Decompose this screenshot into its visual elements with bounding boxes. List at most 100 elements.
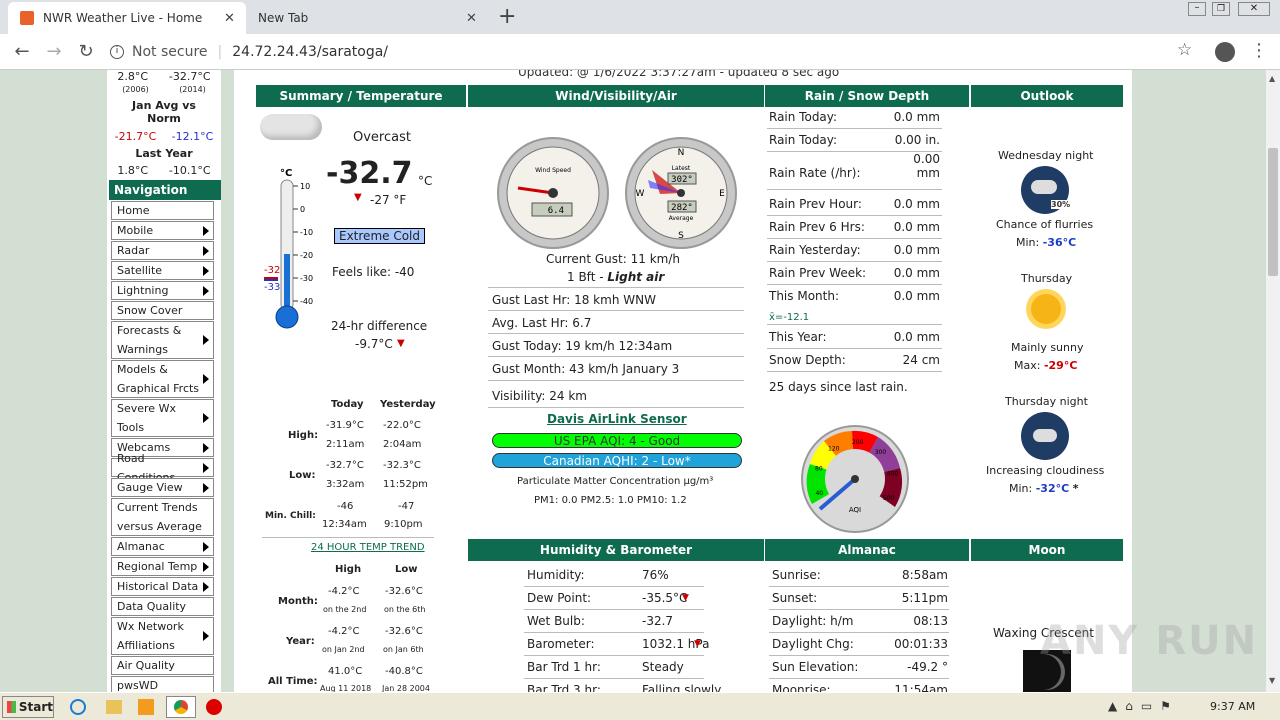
header-outlook: Outlook: [971, 85, 1123, 107]
wind-row-2: Gust Today: 19 km/h 12:34am: [492, 339, 673, 353]
info-icon[interactable]: i: [110, 45, 124, 59]
outlook-temp-1: -29°C: [1043, 359, 1078, 372]
almanac-label: Sun Elevation:: [772, 660, 859, 674]
outlook-period-2: Thursday night: [1005, 395, 1088, 408]
rain-label: Rain Rate (/hr):: [769, 166, 861, 180]
almanac-value: 8:58am: [902, 568, 948, 582]
back-icon[interactable]: ←: [10, 40, 34, 64]
wind-dir-latest: 302°: [671, 175, 693, 185]
rain-value: 0.0 mm: [893, 243, 940, 257]
rain-value: 0.0 mm: [893, 266, 940, 280]
humidity-value: -32.7: [642, 614, 674, 628]
nav-item-label: pwsWD: [117, 679, 159, 692]
restore-button[interactable]: ❐: [1212, 2, 1230, 16]
pm-title: Particulate Matter Concentration µg/m³: [517, 476, 714, 487]
close-window-button[interactable]: ✕: [1238, 2, 1270, 16]
address-bar[interactable]: i Not secure | 24.72.24.43/saratoga/: [110, 41, 1206, 63]
outlook-temp-2: -32°C: [1035, 482, 1070, 495]
submenu-arrow-icon: [203, 442, 209, 453]
nav-item-almanac[interactable]: Almanac: [111, 537, 214, 556]
more-menu-icon[interactable]: ⋮: [1250, 40, 1268, 61]
rain-label: Rain Today:: [769, 110, 838, 124]
header-rain: Rain / Snow Depth: [765, 85, 969, 107]
nav-item-road-conditions[interactable]: Road Conditions: [111, 452, 214, 484]
rain-label: Rain Prev Hour:: [769, 197, 862, 211]
temp-trend-link[interactable]: 24 HOUR TEMP TREND: [311, 542, 425, 553]
nav-item-satellite[interactable]: Satellite: [111, 261, 214, 280]
nav-item-label: Lightning: [117, 284, 169, 297]
profile-icon[interactable]: [1215, 42, 1235, 62]
submenu-arrow-icon: [203, 374, 209, 384]
last-year-low: -10.1°C: [168, 164, 211, 177]
temperature-unit: °C: [418, 174, 433, 188]
label-high: High:: [288, 430, 319, 441]
tab-new-tab[interactable]: New Tab ✕: [246, 2, 486, 34]
almanac-label: Daylight: h/m: [772, 614, 854, 628]
explorer-icon[interactable]: [106, 700, 122, 714]
scrollbar-thumb[interactable]: [1268, 148, 1278, 276]
new-tab-button[interactable]: +: [498, 4, 516, 29]
wind-row-0: Gust Last Hr: 18 kmh WNW: [492, 293, 656, 307]
aqi-gauge-label: AQI: [849, 506, 861, 514]
low-today: -32.7°C: [326, 460, 364, 471]
airlink-sensor-link[interactable]: Davis AirLink Sensor: [547, 412, 687, 426]
nav-item-home[interactable]: Home: [111, 201, 214, 220]
start-button[interactable]: Start: [2, 696, 54, 718]
page-scrollbar[interactable]: ▲ ▼: [1266, 70, 1280, 692]
rain-label: Rain Prev 6 Hrs:: [769, 220, 865, 234]
almanac-label: Sunset:: [772, 591, 818, 605]
aqi-tick: 400: [887, 470, 899, 477]
down-arrow-icon: ▼: [354, 192, 362, 203]
nav-item-historical-data[interactable]: Historical Data: [111, 577, 214, 596]
nav-item-lightning[interactable]: Lightning: [111, 281, 214, 300]
wind-dir-subtitle: Average: [669, 215, 694, 222]
svg-text:W: W: [636, 189, 645, 199]
header-almanac: Almanac: [765, 539, 969, 561]
tab-nwr-weather[interactable]: NWR Weather Live - Home ✕: [8, 2, 246, 34]
jan-norm-value: -12.1°C: [171, 130, 214, 143]
submenu-arrow-icon: [203, 225, 209, 236]
high-yesterday: -22.0°C: [383, 420, 421, 431]
minimize-button[interactable]: –: [1188, 2, 1206, 16]
pm-values: PM1: 0.0 PM2.5: 1.0 PM10: 1.2: [534, 495, 687, 506]
tab-close-icon[interactable]: ✕: [224, 11, 235, 26]
ie-icon[interactable]: [70, 699, 86, 715]
nav-item-label: Mobile: [117, 224, 154, 237]
nav-item-mobile[interactable]: Mobile: [111, 221, 214, 240]
reload-icon[interactable]: ↻: [74, 40, 98, 64]
navigation-header: Navigation: [109, 180, 221, 200]
nav-item-regional-temp[interactable]: Regional Temp: [111, 557, 214, 576]
web-page: 2.8°C -32.7°C (2006) (2014) Jan Avg vs N…: [0, 70, 1266, 692]
nav-item-data-quality[interactable]: Data Quality: [111, 597, 214, 616]
wind-direction-gauge: N S E W Latest 302° 282° Average: [625, 137, 737, 249]
media-player-icon[interactable]: [138, 699, 154, 715]
nav-item-wx-network-affiliations[interactable]: Wx Network Affiliations: [111, 617, 214, 655]
almanac-value: 08:13: [913, 614, 948, 628]
aqi-tick: 120: [828, 445, 840, 452]
thermometer-tick: -40: [300, 297, 313, 306]
nav-item-radar[interactable]: Radar: [111, 241, 214, 260]
rain-month-avg: x̄=-12.1: [769, 312, 810, 323]
nav-item-forecasts-warnings[interactable]: Forecasts & Warnings: [111, 321, 214, 359]
nav-item-pwswd[interactable]: pwsWD: [111, 676, 214, 692]
submenu-arrow-icon: [203, 462, 209, 473]
thermometer-tick: -30: [300, 274, 313, 283]
nav-item-current-trends-versus-average[interactable]: Current Trends versus Average: [111, 498, 214, 536]
chrome-taskbar-icon[interactable]: [166, 696, 196, 718]
forward-icon[interactable]: →: [42, 40, 66, 64]
label-all-time: All Time:: [268, 676, 318, 687]
nav-item-gauge-view[interactable]: Gauge View: [111, 478, 214, 497]
nav-item-severe-wx-tools[interactable]: Severe Wx Tools: [111, 399, 214, 437]
main-content: Updated: @ 1/6/2022 3:37:27am - updated …: [234, 70, 1132, 692]
nav-item-snow-cover[interactable]: Snow Cover: [111, 301, 214, 320]
nav-item-models-graphical-frcts[interactable]: Models & Graphical Frcts: [111, 360, 214, 398]
tab-close-icon[interactable]: ✕: [466, 11, 477, 26]
thermometer-tick: 0: [300, 205, 305, 214]
chill-today: -46: [337, 501, 354, 512]
antivirus-icon[interactable]: [206, 699, 222, 715]
outlook-temp-0: -36°C: [1042, 236, 1077, 249]
current-gust: Current Gust: 11 km/h: [546, 252, 680, 266]
nav-item-label: Regional Temp: [117, 560, 198, 573]
nav-item-air-quality[interactable]: Air Quality: [111, 656, 214, 675]
label-low: Low:: [289, 470, 316, 481]
